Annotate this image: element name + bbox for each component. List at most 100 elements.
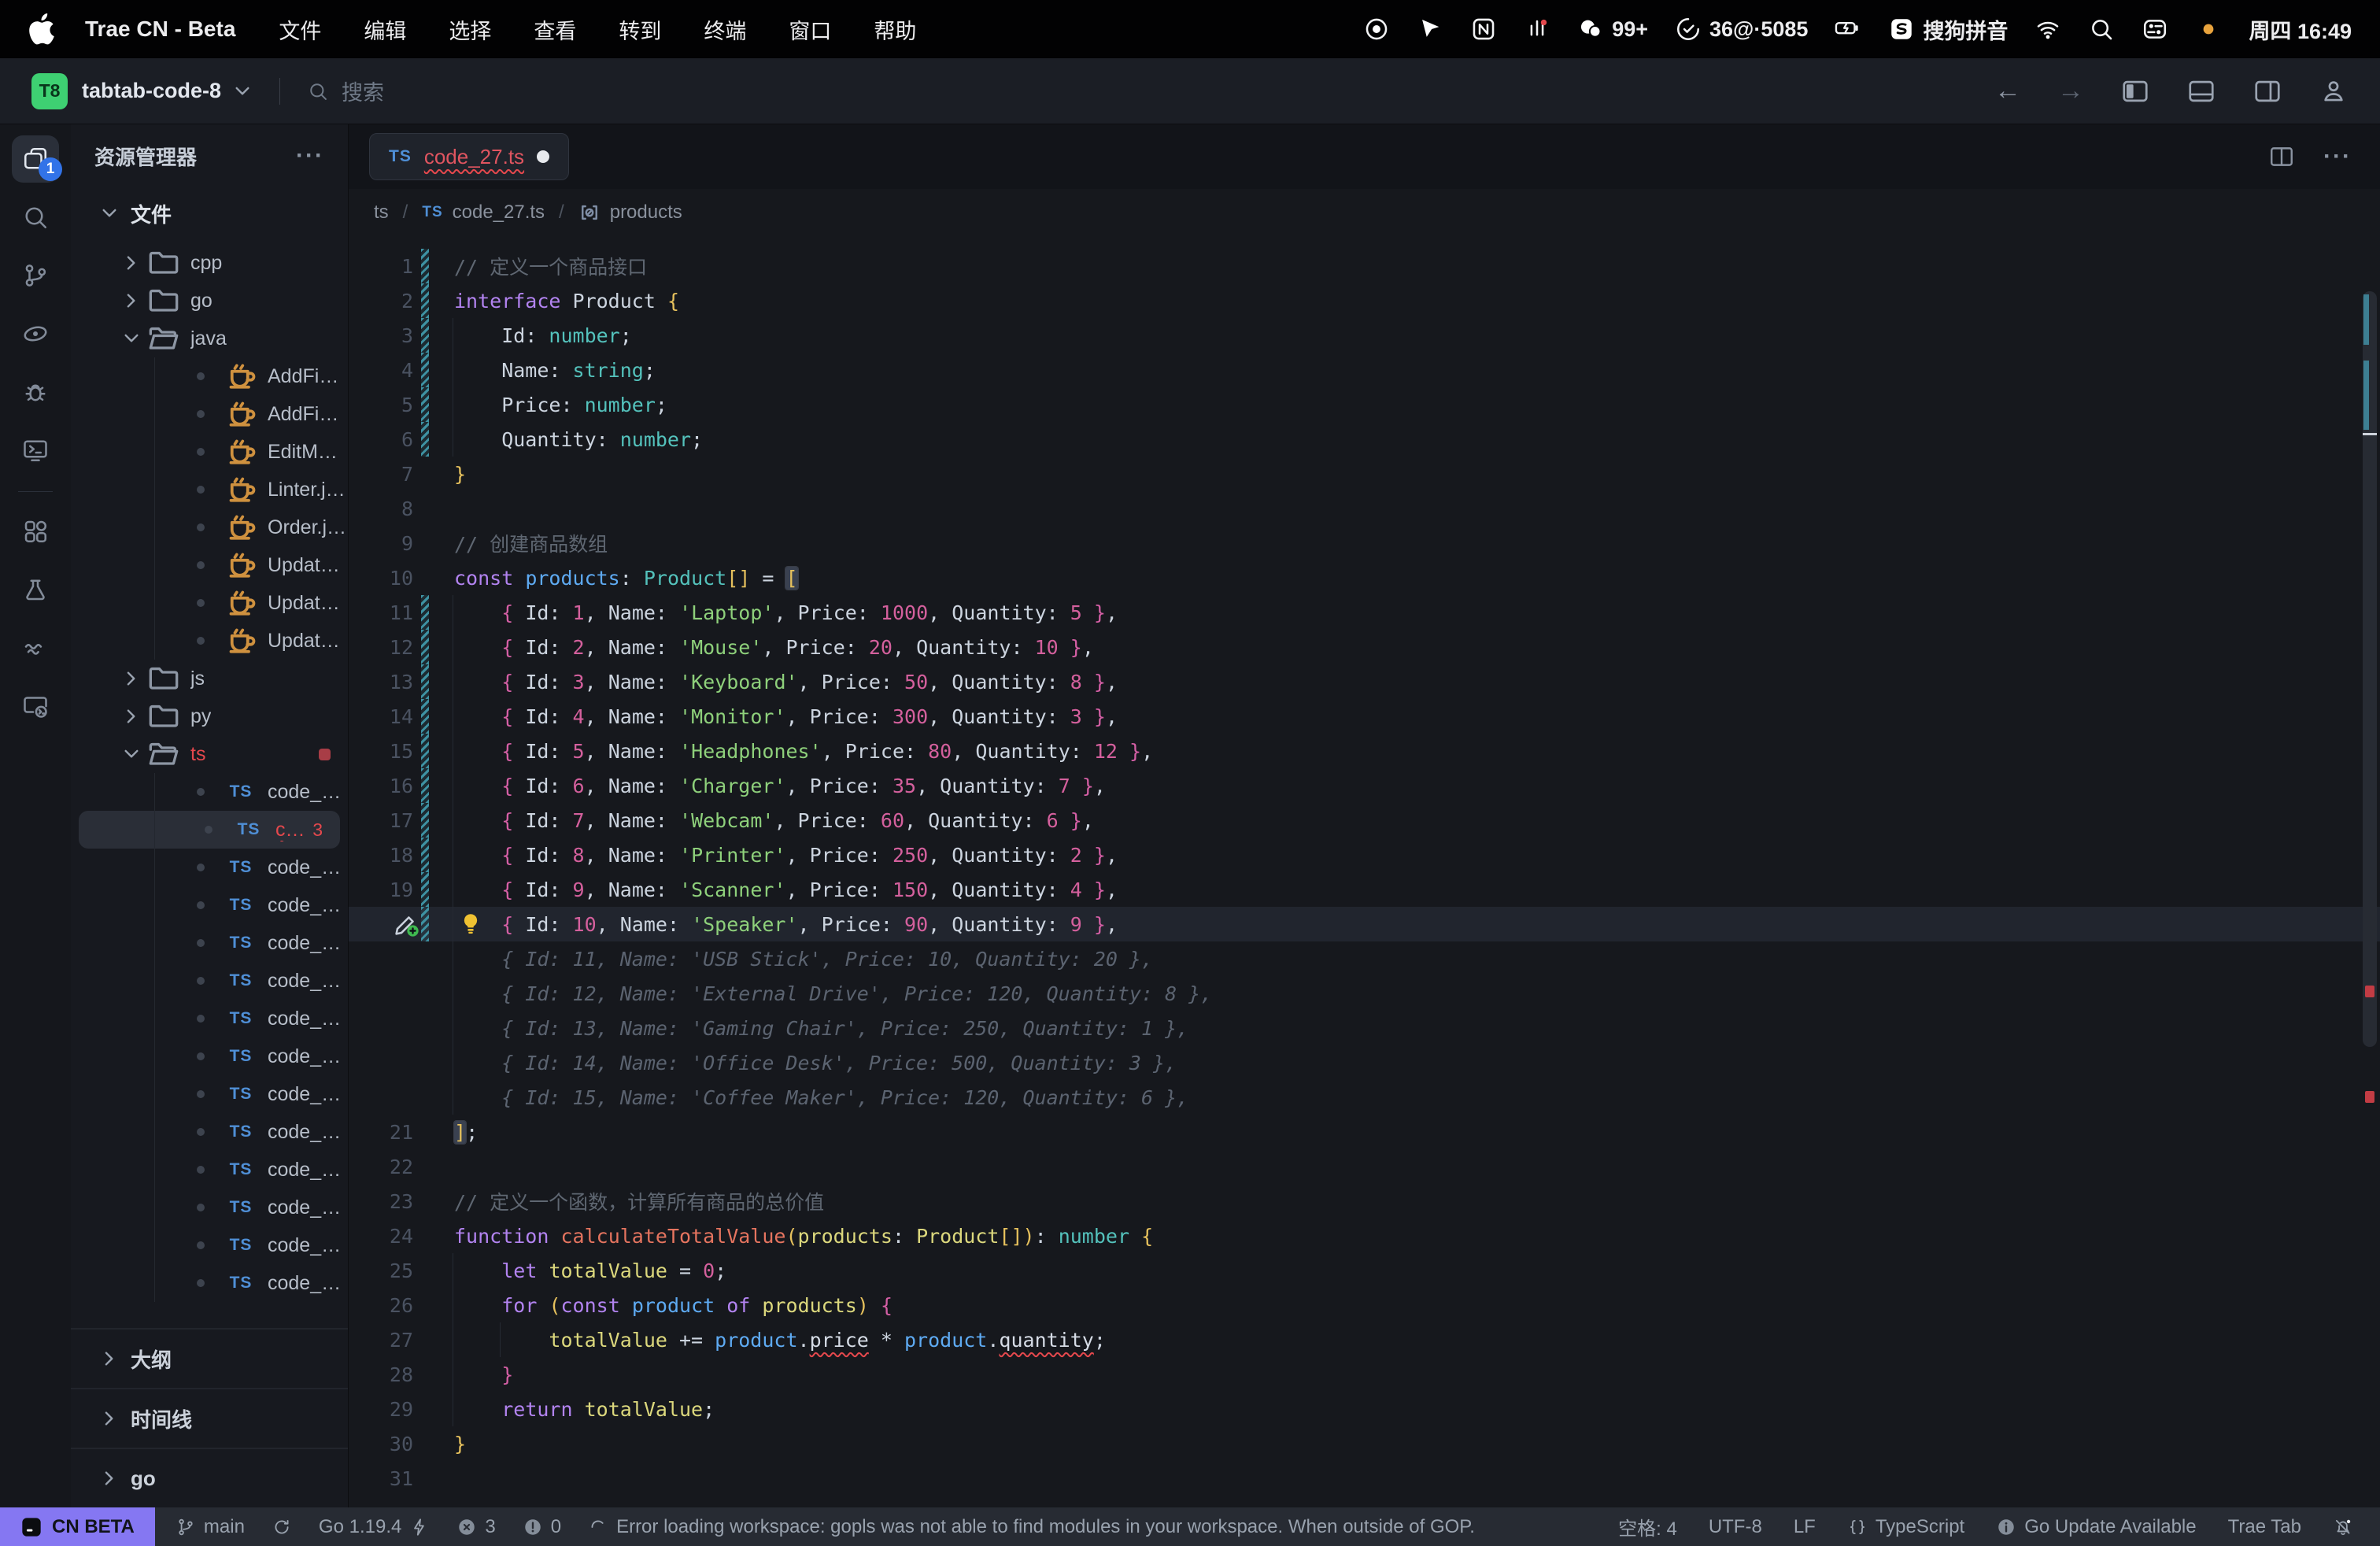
breadcrumb-item-2[interactable]: products <box>578 202 682 224</box>
code-line-ghost[interactable]: { Id: 11, Name: 'USB Stick', Price: 10, … <box>349 941 2380 976</box>
sidebar-section-2[interactable]: go <box>71 1448 348 1507</box>
menu-item-5[interactable]: 终端 <box>682 14 767 45</box>
tree-item-cpp[interactable]: cpp <box>71 244 348 282</box>
code-line-26[interactable]: 26 for (const product of products) { <box>349 1288 2380 1322</box>
menu-item-6[interactable]: 窗口 <box>767 14 852 45</box>
tree-item-EditMethodN-[interactable]: EditMethodN... <box>71 433 348 471</box>
tree-item-code-31-ts[interactable]: TScode_31.ts <box>71 962 348 1000</box>
code-line-1[interactable]: 1// 定义一个商品接口 <box>349 249 2380 283</box>
workspace-name[interactable]: tabtab-code-8 <box>82 79 221 103</box>
code-line-25[interactable]: 25 let totalValue = 0; <box>349 1253 2380 1288</box>
toggle-bottom-panel-button[interactable] <box>2186 76 2216 106</box>
sidebar-more-button[interactable]: ··· <box>296 142 324 169</box>
code-line-ghost[interactable]: { Id: 13, Name: 'Gaming Chair', Price: 2… <box>349 1011 2380 1045</box>
code-line-24[interactable]: 24function calculateTotalValue(products:… <box>349 1219 2380 1253</box>
menu-item-3[interactable]: 查看 <box>512 14 597 45</box>
status-left-sync-1[interactable] <box>272 1517 292 1537</box>
code-line-13[interactable]: 13 { Id: 3, Name: 'Keyboard', Price: 50,… <box>349 664 2380 699</box>
activitybar-waves[interactable] <box>12 624 59 671</box>
tree-item-code-32-ts[interactable]: TScode_32.ts <box>71 1000 348 1037</box>
code-line-3[interactable]: 3 Id: number; <box>349 318 2380 353</box>
activitybar-terminal[interactable] <box>12 427 59 474</box>
code-line-10[interactable]: 10const products: Product[] = [ <box>349 560 2380 595</box>
menubar-status-battery[interactable] <box>1835 16 1861 43</box>
status-right-info-circle-4[interactable]: Go Update Available <box>1996 1516 2196 1538</box>
status-left-spinner-5[interactable]: Error loading workspace: gopls was not a… <box>588 1516 1475 1538</box>
code-line-5[interactable]: 5 Price: number; <box>349 387 2380 422</box>
menubar-status-cursor[interactable] <box>1417 16 1443 43</box>
menubar-status-orange-dot[interactable] <box>2195 16 2222 43</box>
code-line-20[interactable]: { Id: 10, Name: 'Speaker', Price: 90, Qu… <box>349 907 2380 941</box>
status-right-bell-off-6[interactable] <box>2333 1517 2353 1537</box>
split-editor-icon[interactable] <box>2268 143 2295 170</box>
code-line-23[interactable]: 23// 定义一个函数，计算所有商品的总价值 <box>349 1184 2380 1219</box>
tree-item-py[interactable]: py <box>71 697 348 735</box>
status-right-text-0[interactable]: 空格: 4 <box>1618 1513 1677 1540</box>
tree-item-UpdateInterf-[interactable]: UpdateInterf... <box>71 546 348 584</box>
menu-item-1[interactable]: 编辑 <box>342 14 427 45</box>
files-section-header[interactable]: 文件 <box>71 187 348 239</box>
code-line-30[interactable]: 30} <box>349 1426 2380 1461</box>
lightbulb-icon[interactable] <box>459 912 482 936</box>
status-right-text-2[interactable]: LF <box>1794 1516 1816 1538</box>
menu-item-0[interactable]: 文件 <box>257 14 342 45</box>
tree-item-AddFieldToCl-[interactable]: AddFieldToCl... <box>71 357 348 395</box>
tree-item-UpdateMetho-[interactable]: UpdateMetho... <box>71 584 348 622</box>
tree-item-code-27-ts[interactable]: TScode_27.ts3 <box>79 811 340 849</box>
code-line-ghost[interactable]: { Id: 15, Name: 'Coffee Maker', Price: 1… <box>349 1080 2380 1115</box>
tree-item-code-29-ts[interactable]: TScode_29.ts <box>71 886 348 924</box>
breadcrumb-item-0[interactable]: ts <box>374 202 389 224</box>
code-line-14[interactable]: 14 { Id: 4, Name: 'Monitor', Price: 300,… <box>349 699 2380 734</box>
code-line-9[interactable]: 9// 创建商品数组 <box>349 526 2380 560</box>
code-line-11[interactable]: 11 { Id: 1, Name: 'Laptop', Price: 1000,… <box>349 595 2380 630</box>
global-search[interactable]: 搜索 <box>307 76 384 106</box>
menubar-status-clock[interactable]: 周四 16:49 <box>2249 14 2352 45</box>
code-line-28[interactable]: 28 } <box>349 1357 2380 1392</box>
menubar-status-record[interactable] <box>1363 16 1390 43</box>
activitybar-extensions-grid[interactable] <box>12 508 59 555</box>
menubar-status-meter[interactable]: 36@·5085 <box>1675 16 1808 43</box>
tree-item-UpdateVar-java[interactable]: UpdateVar.java <box>71 622 348 660</box>
code-line-ghost[interactable]: { Id: 14, Name: 'Office Desk', Price: 50… <box>349 1045 2380 1080</box>
code-line-31[interactable]: 31 <box>349 1461 2380 1496</box>
code-line-6[interactable]: 6 Quantity: number; <box>349 422 2380 457</box>
code-line-4[interactable]: 4 Name: string; <box>349 353 2380 387</box>
activitybar-explorer[interactable]: 1 <box>12 135 59 183</box>
code-line-16[interactable]: 16 { Id: 6, Name: 'Charger', Price: 35, … <box>349 768 2380 803</box>
tree-item-code-26-ts[interactable]: TScode_26.ts <box>71 773 348 811</box>
menubar-status-search-white[interactable] <box>2088 16 2115 43</box>
account-icon[interactable] <box>2319 76 2349 106</box>
tree-item-code-33-ts[interactable]: TScode_33.ts <box>71 1037 348 1075</box>
activitybar-preview-eye[interactable] <box>12 310 59 357</box>
code-line-21[interactable]: 21]; <box>349 1115 2380 1149</box>
tree-item-Linter-java[interactable]: Linter.java <box>71 471 348 509</box>
toggle-right-sidebar-button[interactable] <box>2252 76 2282 106</box>
status-right-braces-3[interactable]: TypeScript <box>1847 1516 1964 1538</box>
tree-item-code-39-ts[interactable]: TScode_39.ts <box>71 1264 348 1302</box>
tree-item-java[interactable]: java <box>71 320 348 357</box>
activitybar-remote-window[interactable] <box>12 682 59 730</box>
menu-item-4[interactable]: 转到 <box>597 14 682 45</box>
nav-back-button[interactable]: ← <box>1994 76 2021 106</box>
sidebar-section-1[interactable]: 时间线 <box>71 1388 348 1448</box>
cn-beta-badge[interactable]: CN BETA <box>0 1507 155 1546</box>
code-line-15[interactable]: 15 { Id: 5, Name: 'Headphones', Price: 8… <box>349 734 2380 768</box>
code-line-27[interactable]: 27 totalValue += product.price * product… <box>349 1322 2380 1357</box>
tree-item-code-38-ts[interactable]: TScode_38.ts <box>71 1226 348 1264</box>
editor-scrollbar[interactable] <box>2363 236 2377 1507</box>
workspace-chevron-down-icon[interactable] <box>232 81 253 102</box>
status-left-error-circle-3[interactable]: 3 <box>456 1516 495 1538</box>
workspace-badge[interactable]: T8 <box>31 73 68 109</box>
menubar-status-levels[interactable] <box>1524 16 1550 43</box>
tab-code-27[interactable]: TS code_27.ts <box>369 133 569 180</box>
sidebar-section-0[interactable]: 大纲 <box>71 1328 348 1388</box>
activitybar-search[interactable] <box>12 194 59 241</box>
tree-item-Order-java[interactable]: Order.java <box>71 509 348 546</box>
code-line-7[interactable]: 7} <box>349 457 2380 491</box>
tree-item-code-34-ts[interactable]: TScode_34.ts <box>71 1075 348 1113</box>
menubar-status-notion[interactable] <box>1470 16 1497 43</box>
menubar-status-wifi[interactable] <box>2034 16 2061 43</box>
inline-edit-icon[interactable] <box>393 911 419 938</box>
code-line-8[interactable]: 8 <box>349 491 2380 526</box>
status-right-text-1[interactable]: UTF-8 <box>1709 1516 1762 1538</box>
